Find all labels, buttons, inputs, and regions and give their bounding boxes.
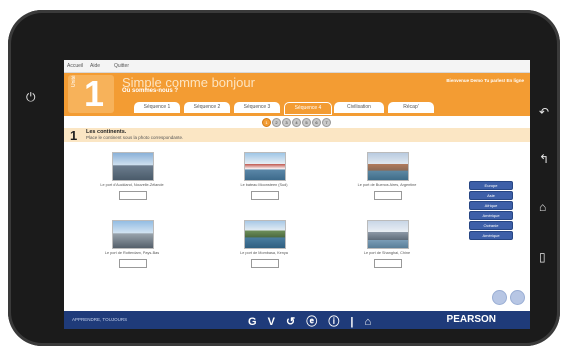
tab-recap[interactable]: Récap': [388, 102, 434, 113]
tab-civilisation[interactable]: Civilisation: [334, 102, 384, 113]
photo-caption: Le port de Shanghai, Chine: [363, 251, 411, 255]
page-dot-3[interactable]: 3: [282, 118, 291, 127]
page-dot-4[interactable]: 4: [292, 118, 301, 127]
tab-sequence-2[interactable]: Séquence 2: [184, 102, 230, 113]
menu-icon[interactable]: ▯: [539, 251, 546, 263]
footer: APPRENDRE, TOUJOURS G V ↺ ⓔ ⓘ | ⌂ PEARSO…: [64, 311, 530, 329]
exercise-instruction: Place le continent sous la photo corresp…: [86, 135, 184, 140]
retry-icon[interactable]: [510, 290, 525, 305]
exercise-number: 1: [70, 128, 78, 143]
photo-caption: Le port de Buenos Aires, Argentine: [357, 183, 417, 187]
unit-label: Unité: [71, 75, 77, 87]
answer-box[interactable]: [251, 259, 279, 268]
photo-auckland: [112, 152, 154, 181]
back-icon[interactable]: ↶: [539, 106, 549, 118]
photo-caption: Le bateau Moonsteen (Sud): [240, 183, 288, 187]
topbar-aide[interactable]: Aide: [90, 63, 100, 69]
continent-amerique[interactable]: Amérique: [469, 211, 513, 220]
welcome-text: Bienvenue Demo Tu parles! En ligne: [446, 78, 524, 83]
photo-bateau: [244, 152, 286, 181]
photo-caption: Le port de Rotterdam, Pays-Bas: [104, 251, 160, 255]
return-icon[interactable]: ↰: [539, 153, 549, 165]
photo-caption: Le port de Mombasa, Kenya: [240, 251, 288, 255]
answer-box[interactable]: [251, 191, 279, 200]
answer-box[interactable]: [119, 259, 147, 268]
answer-box[interactable]: [374, 191, 402, 200]
topbar-quitter[interactable]: Quitter: [114, 63, 129, 69]
continent-oceanie[interactable]: Océanie: [469, 221, 513, 230]
exercise-header: 1 Les continents. Place le continent sou…: [64, 128, 530, 143]
page-dot-2[interactable]: 2: [272, 118, 281, 127]
continent-asie[interactable]: Asie: [469, 191, 513, 200]
topbar: Accueil Aide Quitter: [64, 60, 530, 73]
tab-sequence-1[interactable]: Séquence 1: [134, 102, 180, 113]
app-screen: Accueil Aide Quitter Unité 1 Simple comm…: [64, 60, 530, 329]
page-dot-6[interactable]: 6: [312, 118, 321, 127]
footer-tagline: APPRENDRE, TOUJOURS: [72, 317, 128, 322]
page-dot-7[interactable]: 7: [322, 118, 331, 127]
continent-afrique[interactable]: Afrique: [469, 201, 513, 210]
page-dot-1[interactable]: 1: [262, 118, 271, 127]
tablet-frame: ⏻ ↶ ↰ ⌂ ▯ Accueil Aide Quitter Unité 1 S…: [8, 10, 560, 346]
tab-sequence-4[interactable]: Séquence 4: [284, 102, 332, 115]
photo-buenos-aires: [367, 152, 409, 181]
photo-shanghai: [367, 220, 409, 249]
validate-check-icon[interactable]: [492, 290, 507, 305]
power-icon[interactable]: ⏻: [26, 91, 36, 103]
page-dot-5[interactable]: 5: [302, 118, 311, 127]
answer-box[interactable]: [374, 259, 402, 268]
unit-badge: Unité 1: [68, 73, 114, 114]
tab-sequence-3[interactable]: Séquence 3: [234, 102, 280, 113]
continent-europe[interactable]: Europe: [469, 181, 513, 190]
header: Unité 1 Simple comme bonjour Où sommes-n…: [64, 73, 530, 116]
answer-box[interactable]: [119, 191, 147, 200]
photo-mombasa: [244, 220, 286, 249]
home-icon[interactable]: ⌂: [539, 201, 546, 213]
topbar-accueil[interactable]: Accueil: [67, 63, 83, 69]
unit-number: 1: [84, 73, 105, 114]
footer-toolbar-icons[interactable]: G V ↺ ⓔ ⓘ | ⌂: [248, 313, 375, 329]
continent-amerique-2[interactable]: Amérique: [469, 231, 513, 240]
photo-rotterdam: [112, 220, 154, 249]
page-subtitle: Où sommes-nous ?: [122, 88, 179, 94]
publisher-logo: PEARSON: [446, 314, 496, 325]
photo-caption: Le port d'Auckland, Nouvelle-Zélande: [100, 183, 164, 187]
